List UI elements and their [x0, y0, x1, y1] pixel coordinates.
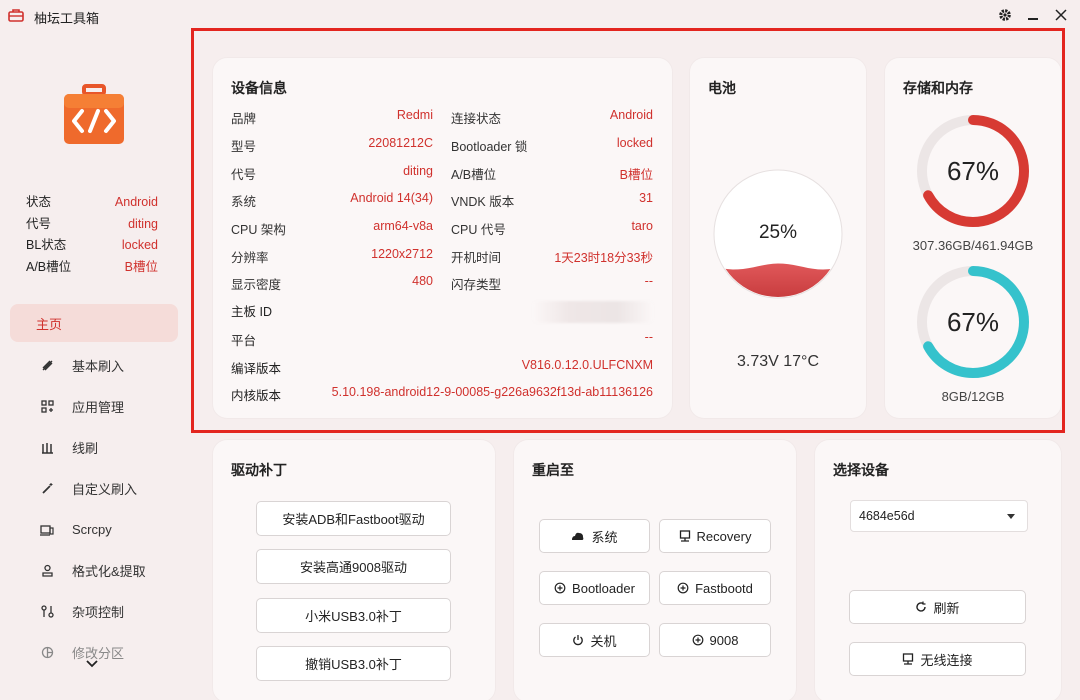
sidebar-item-label: Scrcpy [72, 522, 112, 537]
sidebar-item-line-flash[interactable]: 线刷 [10, 427, 178, 468]
info-row: 品牌 Redmi 连接状态 Android [231, 108, 653, 127]
storage-memory-card: 存储和内存 67% 307.36GB/461.94GB 67% 8GB/12GB [885, 58, 1061, 418]
format-icon [40, 564, 54, 578]
xiaomi-usb3-patch-button[interactable]: 小米USB3.0补丁 [256, 598, 451, 633]
chevron-down-icon[interactable] [86, 660, 98, 668]
power-off-button[interactable]: 关机 [539, 623, 650, 657]
battery-status-text: 3.73V 17°C [736, 353, 819, 370]
refresh-icon [916, 601, 927, 612]
install-qualcomm-9008-driver-button[interactable]: 安装高通9008驱动 [256, 549, 451, 584]
install-adb-fastboot-driver-button[interactable]: 安装ADB和Fastboot驱动 [256, 501, 451, 536]
card-title: 存储和内存 [903, 80, 973, 96]
sidebar-item-custom-flash[interactable]: 自定义刷入 [10, 468, 178, 509]
sidebar-item-label: 主页 [36, 316, 63, 332]
battery-card: 电池 25% 3.73V 17°C [690, 58, 866, 418]
card-title: 驱动补丁 [231, 462, 287, 478]
device-info-card: 设备信息 品牌 Redmi 连接状态 Android 型号 22081212C Boo… [213, 58, 672, 418]
sidebar-item-app-manage[interactable]: 应用管理 [10, 386, 178, 427]
reboot-9008-button[interactable]: 9008 [659, 623, 771, 657]
reboot-system-button[interactable]: 系统 [539, 519, 650, 553]
gear-icon [999, 9, 1011, 21]
sidebar: 状态 Android 代号 diting BL状态 locked A/B槽位 B槽位 主… [0, 32, 190, 700]
device-dropdown[interactable]: 4684e56d [850, 500, 1028, 532]
sidebar-item-label: 应用管理 [72, 400, 125, 415]
device-dropdown-value: 4684e56d [859, 509, 915, 523]
sidebar-item-label: 修改分区 [72, 646, 125, 661]
monitor-icon [679, 530, 690, 542]
memory-detail: 8GB/12GB [941, 389, 1005, 404]
refresh-button[interactable]: 刷新 [849, 590, 1026, 624]
title-bar: 柚坛工具箱 [0, 0, 1080, 32]
sidebar-item-scrcpy[interactable]: Scrcpy [10, 509, 178, 550]
card-title: 设备信息 [231, 80, 287, 96]
sidebar-item-label: 杂项控制 [72, 605, 125, 620]
driver-patch-card: 驱动补丁 安装ADB和Fastboot驱动 安装高通9008驱动 小米USB3.… [213, 440, 495, 700]
power-icon [573, 635, 584, 646]
card-title: 电池 [708, 80, 736, 96]
info-row: 系统 Android 14(34) VNDK 版本 31 [231, 191, 653, 210]
device-select-card: 选择设备 4684e56d 刷新 无线连接 [815, 440, 1061, 700]
close-icon [1055, 9, 1067, 21]
info-row: 显示密度 480 闪存类型 -- [231, 274, 653, 293]
device-info-grid: 品牌 Redmi 连接状态 Android 型号 22081212C Bootload… [231, 104, 653, 409]
app-title: 柚坛工具箱 [34, 11, 100, 26]
status-row: 状态 Android [26, 195, 158, 209]
wireless-connect-button[interactable]: 无线连接 [849, 642, 1026, 676]
reboot-bootloader-button[interactable]: Bootloader [539, 571, 650, 605]
sidebar-item-label: 基本刷入 [72, 359, 125, 374]
card-title: 选择设备 [833, 462, 889, 478]
redacted-value [533, 300, 653, 323]
monitor-icon [903, 653, 914, 665]
sidebar-item-label: 自定义刷入 [72, 482, 138, 497]
sidebar-nav: 主页 基本刷入 应用管理 线刷 自定义刷入 Scrcpy 格式化&提取 杂项控制… [10, 304, 178, 673]
info-row: 主板 ID [231, 298, 653, 326]
screen-icon [40, 523, 54, 537]
status-row: 代号 diting [26, 216, 158, 231]
partition-icon [40, 646, 54, 660]
battery-level-text: 25% [758, 222, 798, 243]
reboot-recovery-button[interactable]: Recovery [659, 519, 771, 553]
restart-icon [677, 582, 689, 594]
info-row: 型号 22081212C Bootloader 锁 locked [231, 136, 653, 155]
sidebar-item-misc-control[interactable]: 杂项控制 [10, 591, 178, 632]
info-row: 内核版本 5.10.198-android12-9-00085-g226a9632… [231, 385, 653, 404]
minimize-icon [1028, 18, 1038, 20]
device-status-summary: 状态 Android 代号 diting BL状态 locked A/B槽位 B槽位 [26, 192, 158, 278]
status-row: BL状态 locked [26, 238, 158, 252]
memory-percent: 67% [946, 307, 1000, 337]
reboot-card: 重启至 系统 Recovery Bootloader Fastbootd 关机 … [514, 440, 796, 700]
sidebar-item-home[interactable]: 主页 [10, 304, 178, 342]
restart-icon [554, 582, 566, 594]
settings-button[interactable] [994, 4, 1016, 26]
info-row: 编译版本 V816.0.12.0.ULFCNXM [231, 357, 653, 376]
info-row: 平台 -- [231, 329, 653, 348]
toolbox-icon [8, 9, 24, 22]
close-button[interactable] [1050, 4, 1072, 26]
apps-icon [40, 400, 54, 414]
info-row: CPU 架构 arm64-v8a CPU 代号 taro [231, 219, 653, 238]
storage-percent: 67% [946, 156, 1000, 186]
app-logo [64, 84, 124, 144]
storage-detail: 307.36GB/461.94GB [912, 238, 1034, 253]
sidebar-item-basic-flash[interactable]: 基本刷入 [10, 345, 178, 386]
minimize-button[interactable] [1022, 4, 1044, 26]
caret-down-icon [1007, 513, 1015, 519]
wand-icon [40, 482, 54, 496]
flash-icon [40, 359, 54, 373]
sidebar-item-label: 格式化&提取 [72, 564, 146, 579]
cable-icon [40, 441, 54, 455]
misc-icon [40, 605, 54, 619]
sidebar-item-label: 线刷 [72, 441, 99, 456]
status-row: A/B槽位 B槽位 [26, 259, 158, 274]
cloud-icon [572, 532, 584, 540]
info-row: 代号 diting A/B槽位 B槽位 [231, 163, 653, 182]
info-row: 分辨率 1220x2712 开机时间 1天23时18分33秒 [231, 246, 653, 265]
revert-usb3-patch-button[interactable]: 撤销USB3.0补丁 [256, 646, 451, 681]
reboot-fastbootd-button[interactable]: Fastbootd [659, 571, 771, 605]
sidebar-item-format-extract[interactable]: 格式化&提取 [10, 550, 178, 591]
card-title: 重启至 [532, 462, 574, 478]
restart-icon [692, 634, 703, 646]
